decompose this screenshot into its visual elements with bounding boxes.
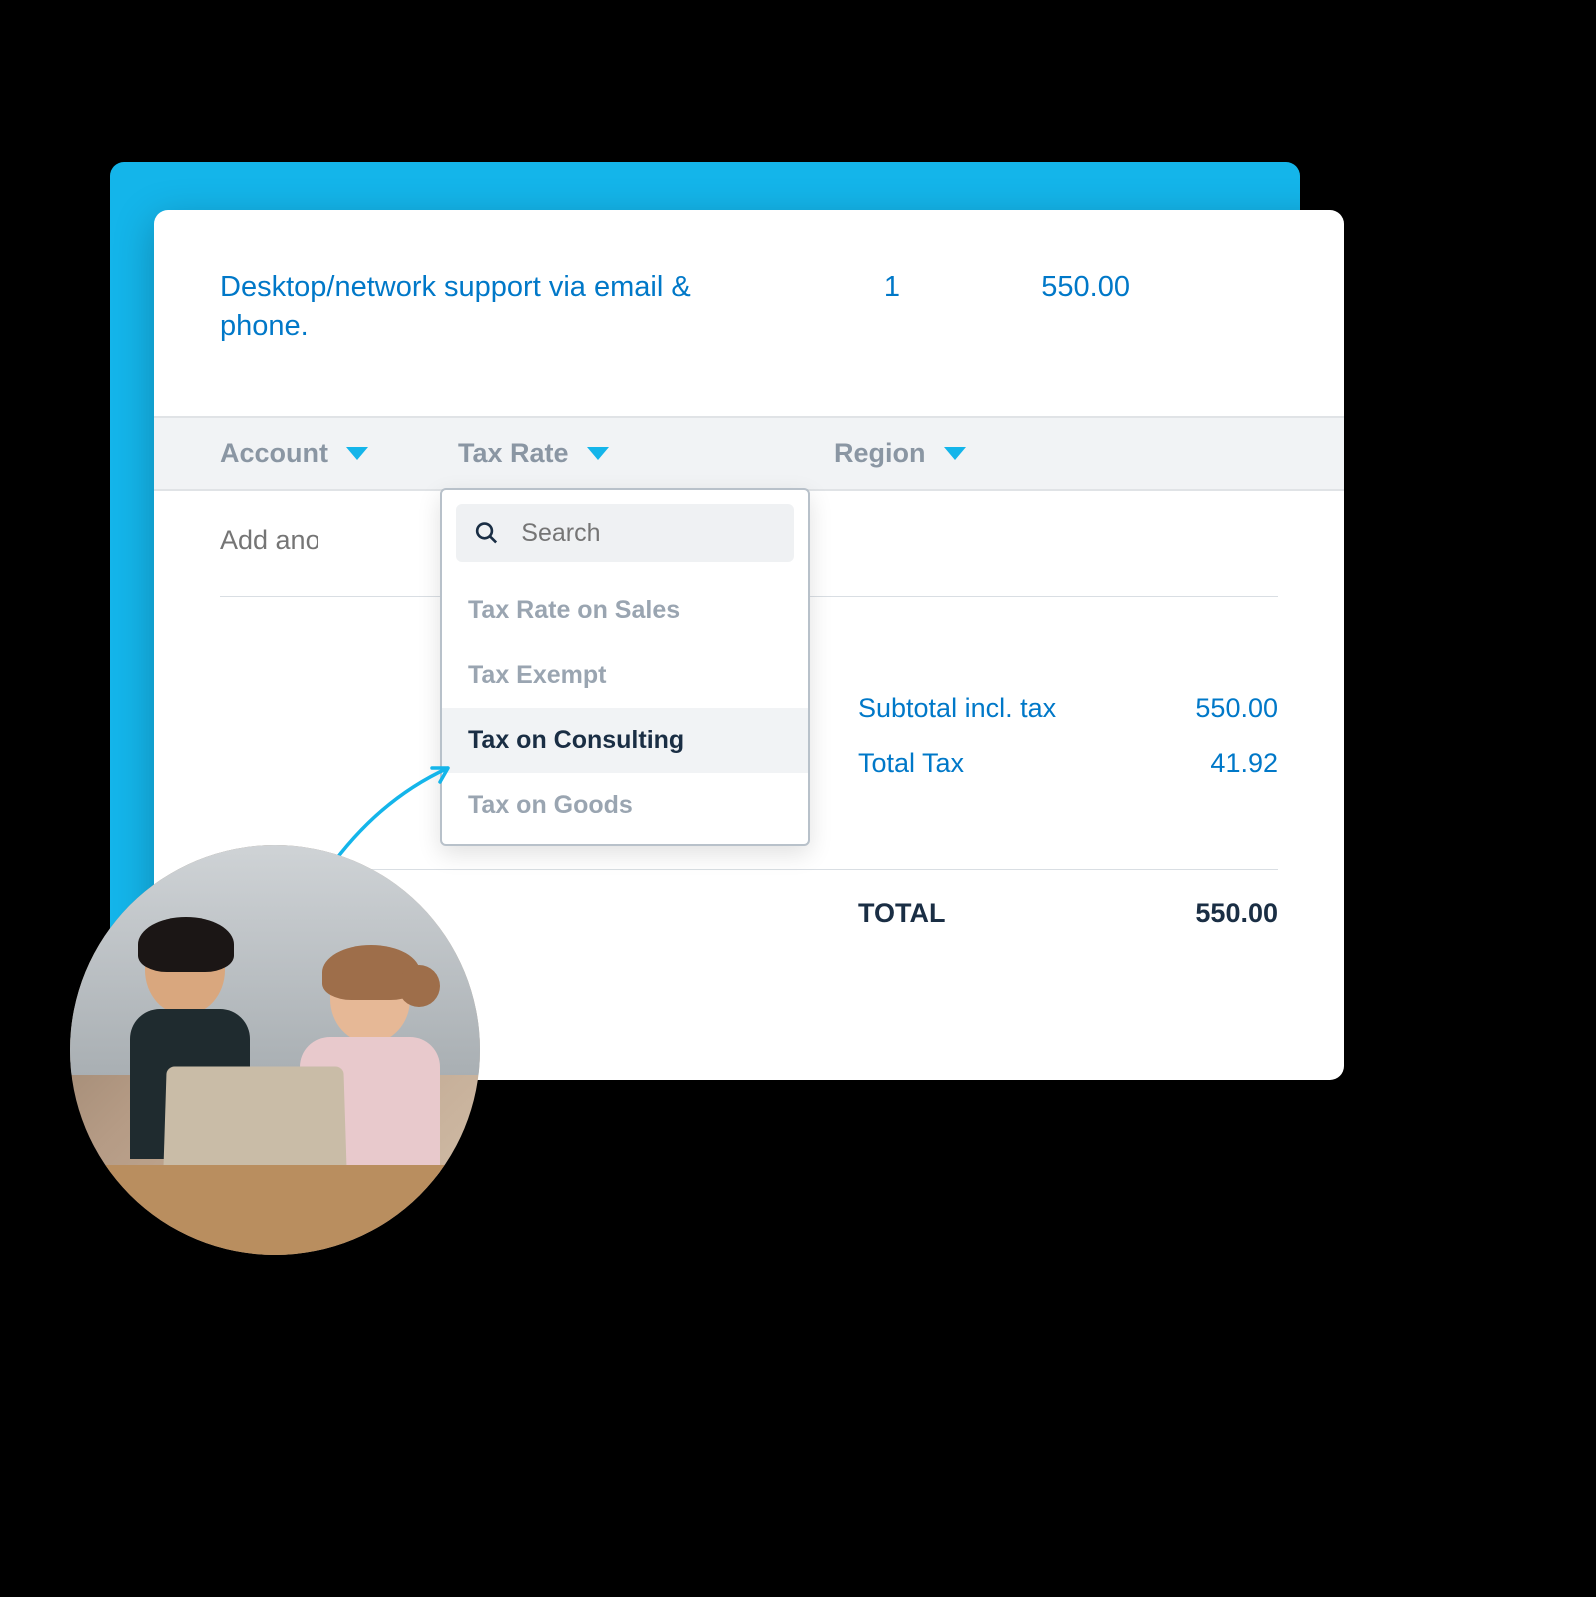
caret-down-icon (944, 447, 966, 460)
add-item-input[interactable] (154, 491, 384, 596)
column-region-label: Region (834, 438, 926, 469)
grand-total-value: 550.00 (1118, 898, 1278, 929)
dropdown-option[interactable]: Tax Rate on Sales (456, 578, 794, 643)
line-description[interactable]: Desktop/network support via email & phon… (220, 268, 780, 346)
subtotal-value: 550.00 (1118, 693, 1278, 724)
column-region[interactable]: Region (834, 438, 966, 469)
line-item-row: Desktop/network support via email & phon… (154, 210, 1344, 416)
search-icon (474, 518, 499, 548)
total-tax-value: 41.92 (1118, 748, 1278, 779)
dropdown-search[interactable] (456, 504, 794, 562)
column-account-label: Account (220, 438, 328, 469)
dropdown-option-selected[interactable]: Tax on Consulting (442, 708, 808, 773)
dropdown-search-input[interactable] (521, 519, 776, 548)
line-amount[interactable]: 550.00 (900, 268, 1130, 346)
subtotal-label: Subtotal incl. tax (858, 693, 1118, 724)
column-tax-rate[interactable]: Tax Rate (458, 438, 609, 469)
dropdown-option[interactable]: Tax on Goods (456, 773, 794, 838)
column-tax-rate-label: Tax Rate (458, 438, 569, 469)
line-quantity[interactable]: 1 (780, 268, 900, 346)
tax-rate-dropdown[interactable]: Tax Rate on Sales Tax Exempt Tax on Cons… (440, 488, 810, 846)
column-account[interactable]: Account (220, 438, 368, 469)
caret-down-icon (346, 447, 368, 460)
avatar-image (70, 845, 480, 1255)
caret-down-icon (587, 447, 609, 460)
grand-total-label: TOTAL (858, 898, 1118, 929)
dropdown-option[interactable]: Tax Exempt (456, 643, 794, 708)
column-header-bar: Account Tax Rate Region (154, 416, 1344, 491)
total-tax-label: Total Tax (858, 748, 1118, 779)
